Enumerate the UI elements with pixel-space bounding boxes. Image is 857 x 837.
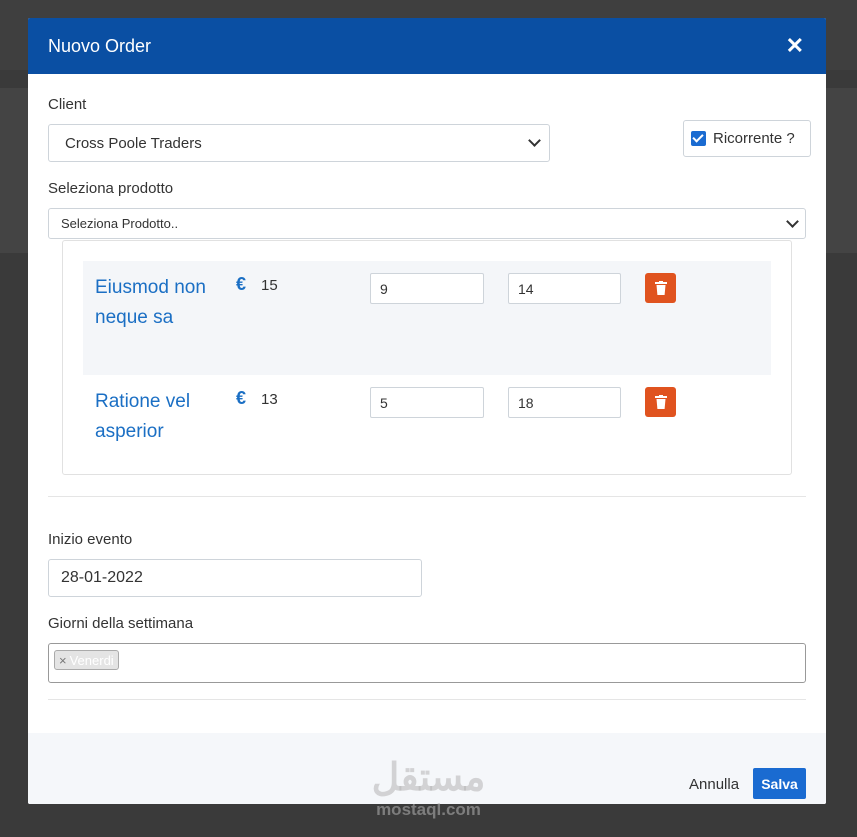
modal-title: Nuovo Order xyxy=(48,35,152,56)
recurring-checkbox[interactable]: Ricorrente ? xyxy=(683,120,811,157)
product-select-placeholder: Seleziona Prodotto.. xyxy=(61,216,179,231)
trash-icon xyxy=(654,395,667,409)
delete-button[interactable] xyxy=(645,387,676,417)
product-price: 13 xyxy=(261,391,278,408)
value-input[interactable]: 18 xyxy=(508,387,621,418)
close-icon[interactable]: ✕ xyxy=(786,35,804,57)
weekdays-multiselect[interactable]: × Venerdi xyxy=(48,643,806,683)
product-name-link[interactable]: Ratione vel asperior xyxy=(95,387,215,447)
chevron-down-icon xyxy=(528,134,541,147)
new-order-modal: Nuovo Order ✕ Client Cross Poole Traders… xyxy=(28,18,826,804)
product-row: Eiusmod non neque sa € 15 9 14 xyxy=(83,261,771,375)
weekdays-label: Giorni della settimana xyxy=(48,615,194,632)
product-name-link[interactable]: Eiusmod non neque sa xyxy=(95,273,215,333)
chevron-down-icon xyxy=(786,214,799,228)
delete-button[interactable] xyxy=(645,273,676,303)
modal-header: Nuovo Order ✕ xyxy=(28,18,826,74)
product-price: 15 xyxy=(261,277,278,294)
client-select[interactable]: Cross Poole Traders xyxy=(48,124,550,162)
product-select[interactable]: Seleziona Prodotto.. xyxy=(48,208,806,239)
product-list: Eiusmod non neque sa € 15 9 14 Ratione v… xyxy=(62,240,792,475)
euro-icon: € xyxy=(236,274,247,294)
quantity-input[interactable]: 5 xyxy=(370,387,484,418)
product-select-label: Seleziona prodotto xyxy=(48,180,174,197)
checkbox-checked-icon[interactable] xyxy=(691,131,706,146)
product-row: Ratione vel asperior € 13 5 18 xyxy=(83,375,771,465)
remove-tag-icon[interactable]: × xyxy=(59,653,67,668)
value-input[interactable]: 14 xyxy=(508,273,621,304)
quantity-input[interactable]: 9 xyxy=(370,273,484,304)
start-date-input[interactable]: 28-01-2022 xyxy=(48,559,422,597)
client-select-value: Cross Poole Traders xyxy=(65,134,202,152)
client-label: Client xyxy=(48,96,87,113)
watermark-logo-arabic: مستقل xyxy=(371,757,486,799)
recurring-label: Ricorrente ? xyxy=(713,130,795,147)
trash-icon xyxy=(654,281,667,295)
start-event-label: Inizio evento xyxy=(48,531,133,548)
watermark-logo-latin: mostaql.com xyxy=(376,800,481,819)
divider xyxy=(48,699,806,700)
weekday-tag-label: Venerdi xyxy=(69,652,114,668)
divider xyxy=(48,496,806,497)
weekday-tag: × Venerdi xyxy=(54,650,119,670)
euro-icon: € xyxy=(236,388,247,408)
